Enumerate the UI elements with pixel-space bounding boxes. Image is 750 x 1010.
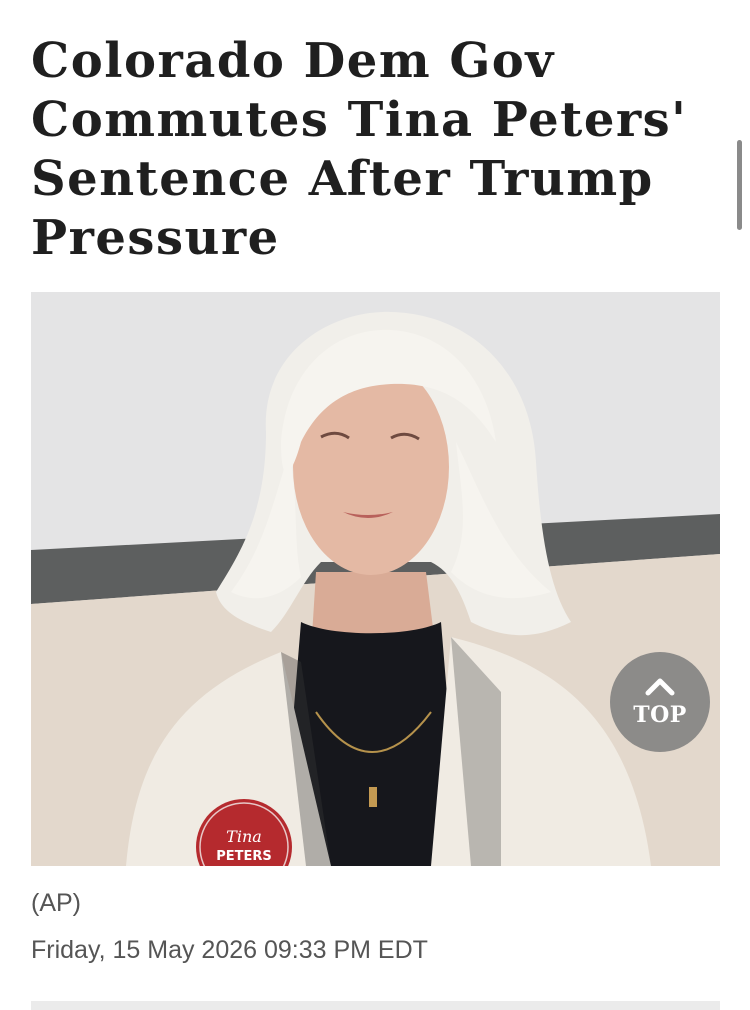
back-to-top-label: TOP [633,702,687,728]
badge-text-line2: PETERS [216,849,272,864]
article-headline: Colorado Dem Gov Commutes Tina Peters' S… [31,33,688,266]
page-scrollbar[interactable] [737,140,742,230]
back-to-top-button[interactable]: TOP [610,652,710,752]
chevron-up-icon [645,678,675,696]
photo-credit: (AP) [31,889,81,917]
article-photo: Tina PETERS [31,292,720,866]
badge-text-line1: Tina [226,827,262,846]
section-divider [31,1001,720,1010]
article-dateline: Friday, 15 May 2026 09:33 PM EDT [31,936,428,964]
